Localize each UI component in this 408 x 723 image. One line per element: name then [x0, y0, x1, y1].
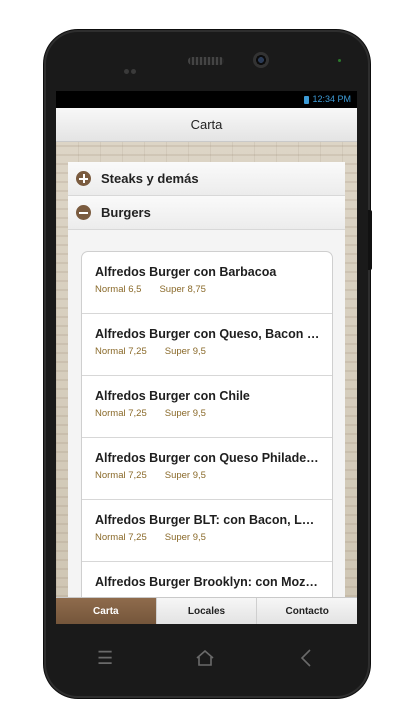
list-item[interactable]: Alfredos Burger con Queso Philadel… Norm… [82, 438, 332, 500]
price-super: Super 8,75 [159, 284, 206, 295]
price-normal: Normal 7,25 [95, 532, 147, 543]
tab-contacto[interactable]: Contacto [257, 598, 357, 624]
item-name: Alfredos Burger con Chile [95, 389, 250, 403]
accordion-steaks[interactable]: Steaks y demás [68, 162, 345, 196]
price-normal: Normal 7,25 [95, 346, 147, 357]
item-name: Alfredos Burger Brooklyn: con Moz… [95, 575, 318, 589]
status-time: 12:34 PM [312, 94, 351, 104]
side-button [368, 210, 372, 270]
menu-content: Steaks y demás Burgers Alfredos Burger c… [68, 162, 345, 597]
burger-list: Alfredos Burger con Barbacoa Normal 6,5 S… [81, 251, 333, 597]
status-bar: 12:34 PM [56, 91, 357, 108]
price-super: Super 9,5 [164, 532, 206, 543]
list-item[interactable]: Alfredos Burger con Barbacoa Normal 6,5 S… [82, 252, 332, 314]
item-name: Alfredos Burger con Barbacoa [95, 265, 277, 279]
screen: 12:34 PM Carta Steaks y demás Burgers Al… [56, 91, 357, 624]
home-icon[interactable] [196, 650, 214, 666]
price-super: Super 9,5 [164, 408, 206, 419]
plus-circle-icon [76, 171, 91, 186]
item-prices: Normal 6,5 Super 8,75 [95, 284, 332, 295]
item-prices: Normal 7,25 Super 9,5 [95, 470, 332, 481]
tab-bar: Carta Locales Contacto [56, 597, 357, 624]
list-item[interactable]: Alfredos Burger con Queso, Bacon … Norma… [82, 314, 332, 376]
item-prices: Normal 7,25 Super 9,5 [95, 408, 332, 419]
notification-led [338, 59, 341, 62]
accordion-label: Steaks y demás [101, 171, 199, 186]
accordion-burgers[interactable]: Burgers [68, 196, 345, 230]
item-name: Alfredos Burger BLT: con Bacon, Le… [95, 513, 321, 527]
price-normal: Normal 7,25 [95, 408, 147, 419]
list-item[interactable]: Alfredos Burger con Chile Normal 7,25 Sup… [82, 376, 332, 438]
tab-locales[interactable]: Locales [157, 598, 258, 624]
earpiece [188, 57, 224, 65]
price-super: Super 9,5 [164, 470, 206, 481]
price-normal: Normal 6,5 [95, 284, 142, 295]
menu-icon[interactable]: ☰ [97, 648, 113, 669]
list-item[interactable]: Alfredos Burger BLT: con Bacon, Le… Norm… [82, 500, 332, 562]
battery-icon [304, 95, 310, 104]
tab-carta[interactable]: Carta [56, 598, 157, 624]
back-icon[interactable] [300, 649, 312, 667]
item-prices: Normal 7,25 Super 9,5 [95, 532, 332, 543]
item-name: Alfredos Burger con Queso, Bacon … [95, 327, 320, 341]
sensor-dots [124, 61, 138, 79]
price-normal: Normal 7,25 [95, 470, 147, 481]
price-super: Super 9,5 [164, 346, 206, 357]
page-title: Carta [56, 108, 357, 142]
front-camera [253, 52, 269, 68]
item-prices: Normal 7,25 Super 9,5 [95, 346, 332, 357]
item-name: Alfredos Burger con Queso Philadel… [95, 451, 321, 465]
list-item[interactable]: Alfredos Burger Brooklyn: con Moz… [82, 562, 332, 597]
accordion-label: Burgers [101, 205, 151, 220]
minus-circle-icon [76, 205, 91, 220]
